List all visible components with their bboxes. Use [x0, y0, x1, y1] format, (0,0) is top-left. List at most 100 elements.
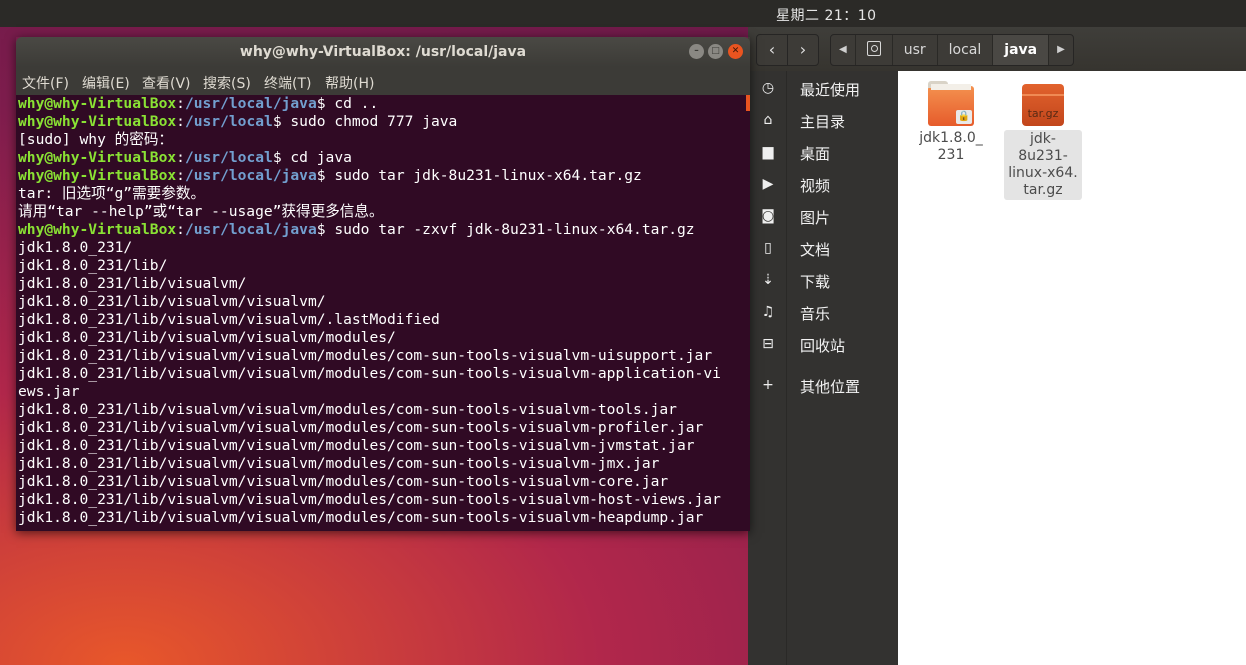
prompt-path: /usr/local	[184, 149, 273, 166]
sidebar-item-music[interactable]: ♫ 音乐	[748, 297, 898, 329]
sidebar-item-other-locations[interactable]: + 其他位置	[748, 370, 898, 402]
menu-edit[interactable]: 编辑(E)	[82, 73, 130, 93]
command-text: $ sudo chmod 777 java	[272, 113, 458, 130]
maximize-button[interactable]: □	[708, 44, 723, 59]
clock[interactable]: 星期二 21：10	[776, 5, 877, 25]
menu-terminal[interactable]: 终端(T)	[264, 73, 311, 93]
sidebar-item-downloads[interactable]: ⇣ 下载	[748, 265, 898, 297]
terminal-line: jdk1.8.0_231/lib/visualvm/visualvm/modul…	[18, 401, 677, 418]
terminal-titlebar[interactable]: why@why-VirtualBox: /usr/local/java – □ …	[16, 37, 750, 67]
back-button[interactable]: ‹	[756, 34, 788, 66]
terminal-line: 请用“tar --help”或“tar --usage”获得更多信息。	[18, 203, 384, 220]
plus-icon: +	[762, 377, 774, 393]
sidebar-item-label: 最近使用	[800, 81, 861, 99]
breadcrumb-item-local[interactable]: local	[938, 35, 994, 65]
breadcrumb-root[interactable]	[856, 35, 893, 65]
file-name-line: 231	[937, 147, 965, 163]
file-name-line: jdk1.8.0_	[919, 130, 983, 146]
prompt-user: why@why-VirtualBox	[18, 113, 177, 130]
terminal-line: why@why-VirtualBox:/usr/local$ cd java	[18, 149, 352, 167]
terminal-line: jdk1.8.0_231/lib/visualvm/visualvm/modul…	[18, 329, 396, 346]
sidebar-item-label: 下载	[800, 273, 831, 291]
file-item-jdk-folder[interactable]: 🔒 jdk1.8.0_ 231	[916, 81, 986, 164]
terminal-window: why@why-VirtualBox: /usr/local/java – □ …	[16, 37, 750, 531]
file-name-line: tar.gz	[1023, 182, 1063, 198]
breadcrumb-item-usr[interactable]: usr	[893, 35, 938, 65]
sidebar-item-label: 回收站	[800, 337, 846, 355]
file-item-jdk-archive[interactable]: tar.gz jdk-8u231- linux-x64. tar.gz	[1004, 84, 1082, 200]
folder-icon: ▆	[762, 144, 774, 160]
file-view: 🔒 jdk1.8.0_ 231 tar.gz jdk-8u231- linux-…	[898, 71, 1246, 665]
breadcrumb-item-java[interactable]: java	[993, 35, 1050, 65]
trash-icon: ⊟	[762, 336, 774, 352]
prompt-user: why@why-VirtualBox	[18, 149, 177, 166]
menu-search[interactable]: 搜索(S)	[203, 73, 251, 93]
scrollbar-thumb[interactable]	[746, 95, 750, 111]
sidebar-item-home[interactable]: ⌂ 主目录	[748, 105, 898, 137]
terminal-line: jdk1.8.0_231/lib/visualvm/	[18, 275, 247, 292]
breadcrumb: ◀ usr local java ▶	[830, 34, 1074, 66]
prompt-separator: :	[176, 149, 185, 166]
places-sidebar: ◷ 最近使用 ⌂ 主目录 ▆ 桌面 ▶ 视频 ◙ 图片 ▯ 文档 ⇣ 下载 ♫	[748, 71, 898, 665]
prompt-separator: :	[176, 113, 185, 130]
file-name-line: jdk-8u231-	[1018, 131, 1068, 164]
forward-button[interactable]: ›	[787, 34, 819, 66]
folder-paper	[931, 84, 971, 90]
terminal-line: jdk1.8.0_231/lib/visualvm/visualvm/.last…	[18, 311, 440, 328]
terminal-line: jdk1.8.0_231/lib/visualvm/visualvm/modul…	[18, 419, 704, 436]
terminal-line: ews.jar	[18, 383, 80, 400]
breadcrumb-scroll-right[interactable]: ▶	[1049, 35, 1073, 65]
sidebar-item-recent[interactable]: ◷ 最近使用	[748, 73, 898, 105]
file-manager-window: ‹ › ◀ usr local java ▶ ◷ 最近使用 ⌂ 主目录 ▆ 桌面…	[748, 27, 1246, 665]
file-name: jdk-8u231- linux-x64. tar.gz	[1004, 130, 1082, 200]
breadcrumb-scroll-left[interactable]: ◀	[831, 35, 856, 65]
menu-file[interactable]: 文件(F)	[22, 73, 69, 93]
prompt-path: /usr/local/java	[184, 221, 317, 238]
home-icon: ⌂	[763, 112, 773, 128]
file-name-line: linux-x64.	[1008, 165, 1078, 181]
chevron-left-icon: ‹	[768, 40, 776, 59]
sidebar-item-pictures[interactable]: ◙ 图片	[748, 201, 898, 233]
window-title: why@why-VirtualBox: /usr/local/java	[239, 44, 527, 60]
sidebar-item-label: 文档	[800, 241, 831, 259]
chevron-right-icon: ›	[799, 40, 807, 59]
prompt-separator: :	[176, 167, 185, 184]
prompt-path: /usr/local	[184, 113, 273, 130]
terminal-line: jdk1.8.0_231/lib/visualvm/visualvm/	[18, 293, 326, 310]
sidebar-item-label: 音乐	[800, 305, 831, 323]
terminal-line: jdk1.8.0_231/	[18, 239, 133, 256]
terminal-output[interactable]: why@why-VirtualBox:/usr/local/java$ cd .…	[16, 95, 750, 531]
sidebar-item-label: 主目录	[800, 113, 846, 131]
archive-label: tar.gz	[1027, 107, 1059, 120]
close-button[interactable]: ✕	[728, 44, 743, 59]
terminal-line: why@why-VirtualBox:/usr/local$ sudo chmo…	[18, 113, 457, 131]
menu-view[interactable]: 查看(V)	[142, 73, 191, 93]
prompt-separator: :	[176, 221, 185, 238]
sidebar-item-documents[interactable]: ▯ 文档	[748, 233, 898, 265]
menu-help[interactable]: 帮助(H)	[325, 73, 374, 93]
terminal-line: jdk1.8.0_231/lib/visualvm/visualvm/modul…	[18, 365, 721, 382]
sidebar-item-trash[interactable]: ⊟ 回收站	[748, 329, 898, 361]
prompt-user: why@why-VirtualBox	[18, 221, 177, 238]
sidebar-item-desktop[interactable]: ▆ 桌面	[748, 137, 898, 169]
terminal-line: jdk1.8.0_231/lib/visualvm/visualvm/modul…	[18, 491, 721, 508]
command-text: $ cd java	[272, 149, 352, 166]
minimize-button[interactable]: –	[689, 44, 704, 59]
sidebar-item-label: 视频	[800, 177, 831, 195]
command-text: $ sudo tar jdk-8u231-linux-x64.tar.gz	[316, 167, 642, 184]
prompt-path: /usr/local/java	[184, 167, 317, 184]
terminal-line: why@why-VirtualBox:/usr/local/java$ sudo…	[18, 221, 695, 239]
sidebar-item-label: 其他位置	[800, 378, 861, 396]
sidebar-item-videos[interactable]: ▶ 视频	[748, 169, 898, 201]
terminal-line: jdk1.8.0_231/lib/visualvm/visualvm/modul…	[18, 509, 704, 526]
terminal-menubar: 文件(F) 编辑(E) 查看(V) 搜索(S) 终端(T) 帮助(H)	[16, 67, 750, 95]
terminal-line: jdk1.8.0_231/lib/visualvm/visualvm/modul…	[18, 347, 713, 364]
file-name: jdk1.8.0_ 231	[916, 130, 986, 164]
download-icon: ⇣	[762, 272, 774, 288]
command-text: $ sudo tar -zxvf jdk-8u231-linux-x64.tar…	[316, 221, 695, 238]
terminal-line: [sudo] why 的密码：	[18, 131, 174, 148]
terminal-line: jdk1.8.0_231/lib/	[18, 257, 168, 274]
prompt-user: why@why-VirtualBox	[18, 167, 177, 184]
document-icon: ▯	[764, 240, 772, 256]
file-manager-header: ‹ › ◀ usr local java ▶	[748, 27, 1246, 72]
